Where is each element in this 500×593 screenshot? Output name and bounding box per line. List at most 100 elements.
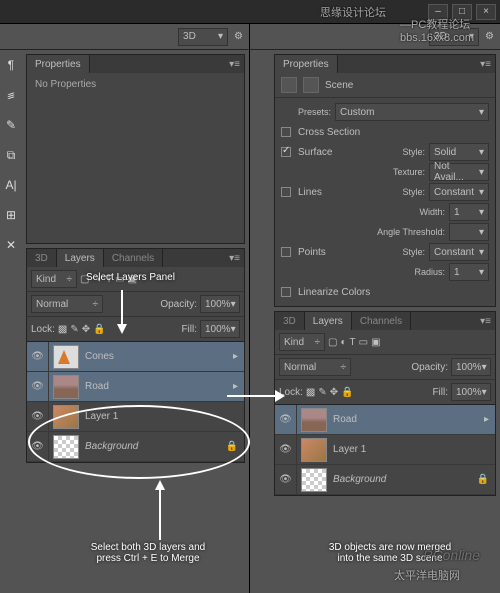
radius-label: Radius: (385, 267, 445, 277)
layer-row-road[interactable]: 👁 Road ▸ (275, 405, 495, 435)
maximize-button[interactable]: □ (452, 4, 472, 20)
mode-label: 3D (434, 31, 447, 42)
visibility-icon[interactable]: 👁 (27, 402, 49, 431)
surface-style-dropdown[interactable]: Solid▾ (429, 143, 489, 161)
lock-paint-icon[interactable]: ✎ (318, 387, 326, 398)
mode-dropdown[interactable]: 3D ▾ (178, 28, 228, 46)
chevron-down-icon: ▾ (469, 31, 474, 42)
filter-smart-icon[interactable]: ▣ (371, 337, 380, 348)
panel-menu-icon[interactable]: ▾≡ (225, 253, 244, 264)
layer-row-cones[interactable]: 👁 Cones ▸ (27, 342, 244, 372)
mode-label: 3D (183, 31, 196, 42)
layer-row-background[interactable]: 👁 Background 🔒 (275, 465, 495, 495)
layer-row-road[interactable]: 👁 Road ▸ (27, 372, 244, 402)
layer-name: Road (331, 414, 478, 425)
tab-3d[interactable]: 3D (27, 249, 57, 267)
blend-mode[interactable]: Normal÷ (31, 295, 103, 313)
cross-section-checkbox[interactable] (281, 127, 291, 137)
scene-mesh-icon[interactable] (303, 77, 319, 93)
layer-row[interactable]: 👁 Layer 1 (27, 402, 244, 432)
chevron-down-icon: ▾ (218, 31, 223, 42)
properties-tab[interactable]: Properties (275, 55, 338, 73)
lock-icon: 🔒 (220, 441, 244, 452)
tool-clone[interactable]: ⧉ (2, 146, 20, 164)
visibility-icon[interactable]: 👁 (275, 435, 297, 464)
layer-name: Road (83, 381, 227, 392)
width-input[interactable]: 1▾ (449, 203, 489, 221)
tab-layers[interactable]: Layers (57, 249, 104, 267)
visibility-icon[interactable]: 👁 (275, 405, 297, 434)
filter-shape-icon[interactable]: ▭ (359, 337, 368, 348)
fill-label: Fill: (181, 324, 197, 335)
scene-env-icon[interactable] (281, 77, 297, 93)
tool-character[interactable]: ꠵ (2, 86, 20, 104)
filter-adjust-icon[interactable]: ◐ (340, 337, 346, 348)
points-label: Points (298, 247, 326, 258)
angle-label: Angle Threshold: (355, 227, 445, 237)
kind-filter[interactable]: Kind÷ (279, 333, 325, 351)
tool-swatches[interactable]: ⊞ (2, 206, 20, 224)
fill-label: Fill: (432, 387, 448, 398)
panel-menu-icon[interactable]: ▾≡ (476, 316, 495, 327)
layer-name: Background (83, 441, 220, 452)
panel-menu-icon[interactable]: ▾≡ (225, 59, 244, 70)
texture-dropdown[interactable]: Not Avail...▾ (429, 163, 489, 181)
angle-input[interactable]: ▾ (449, 223, 489, 241)
layer-thumb (53, 345, 79, 369)
layer-row-background[interactable]: 👁 Background 🔒 (27, 432, 244, 462)
visibility-icon[interactable]: 👁 (27, 432, 49, 461)
surface-checkbox[interactable] (281, 147, 291, 157)
gear-icon[interactable]: ⚙ (485, 31, 494, 42)
visibility-icon[interactable]: 👁 (275, 465, 297, 494)
layer-row[interactable]: 👁 Layer 1 (275, 435, 495, 465)
scene-label: Scene (325, 80, 353, 91)
fill-input[interactable]: 100%▾ (451, 383, 491, 401)
properties-tab[interactable]: Properties (27, 55, 90, 73)
tab-layers[interactable]: Layers (305, 312, 352, 330)
tab-channels[interactable]: Channels (352, 312, 411, 330)
cross-section-label: Cross Section (298, 127, 360, 138)
lock-all-icon[interactable]: 🔒 (93, 324, 105, 335)
tool-crossed[interactable]: ✕ (2, 236, 20, 254)
lock-all-icon[interactable]: 🔒 (341, 387, 353, 398)
fill-input[interactable]: 100%▾ (200, 320, 240, 338)
panel-menu-icon[interactable]: ▾≡ (476, 59, 495, 70)
filter-pixel-icon[interactable]: ▢ (328, 337, 337, 348)
points-checkbox[interactable] (281, 247, 291, 257)
blend-mode[interactable]: Normal÷ (279, 358, 351, 376)
visibility-icon[interactable]: 👁 (27, 342, 49, 371)
lock-trans-icon[interactable]: ▩ (58, 324, 67, 335)
radius-input[interactable]: 1▾ (449, 263, 489, 281)
chevron-icon: ▸ (478, 414, 495, 425)
lock-move-icon[interactable]: ✥ (330, 387, 338, 398)
tool-brush[interactable]: ✎ (2, 116, 20, 134)
lock-move-icon[interactable]: ✥ (82, 324, 90, 335)
tool-type[interactable]: A| (2, 176, 20, 194)
layer-name: Cones (83, 351, 227, 362)
linearize-checkbox[interactable] (281, 287, 291, 297)
presets-dropdown[interactable]: Custom▾ (335, 103, 489, 121)
tab-channels[interactable]: Channels (104, 249, 163, 267)
points-style-dropdown[interactable]: Constant▾ (429, 243, 489, 261)
tool-paragraph[interactable]: ¶ (2, 56, 20, 74)
annotation-2: Select both 3D layers and press Ctrl + E… (78, 542, 218, 564)
chevron-icon: ▸ (227, 351, 244, 362)
lines-checkbox[interactable] (281, 187, 291, 197)
lines-label: Lines (298, 187, 322, 198)
tab-3d[interactable]: 3D (275, 312, 305, 330)
mode-dropdown[interactable]: 3D ▾ (429, 28, 479, 46)
visibility-icon[interactable]: 👁 (27, 372, 49, 401)
lock-icon: 🔒 (471, 474, 495, 485)
properties-panel: Properties ▾≡ No Properties (26, 54, 245, 244)
minimize-button[interactable]: ‒ (428, 4, 448, 20)
filter-type-icon[interactable]: T (350, 337, 356, 348)
opacity-input[interactable]: 100%▾ (200, 295, 240, 313)
kind-filter[interactable]: Kind÷ (31, 270, 77, 288)
lines-style-dropdown[interactable]: Constant▾ (429, 183, 489, 201)
properties-panel: Properties ▾≡ Scene Presets: Custom▾ Cro… (274, 54, 496, 307)
close-button[interactable]: × (476, 4, 496, 20)
lock-trans-icon[interactable]: ▩ (306, 387, 315, 398)
opacity-input[interactable]: 100%▾ (451, 358, 491, 376)
gear-icon[interactable]: ⚙ (234, 31, 243, 42)
lock-paint-icon[interactable]: ✎ (70, 324, 78, 335)
